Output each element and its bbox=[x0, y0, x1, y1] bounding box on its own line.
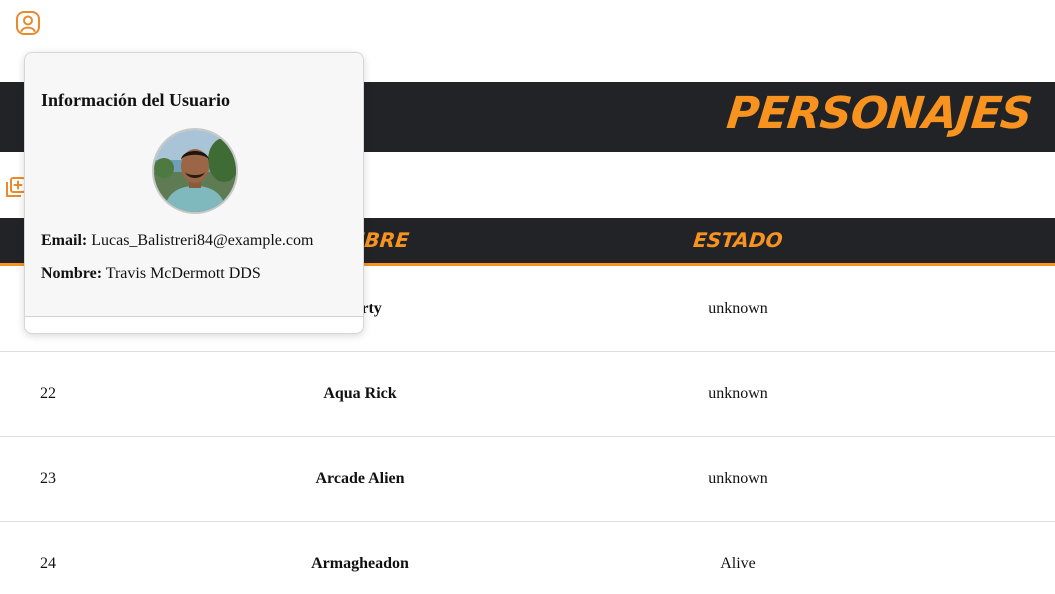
user-info-popover: Información del Usuario Email: Lucas_Bal… bbox=[24, 52, 364, 334]
name-value: Travis McDermott DDS bbox=[105, 265, 261, 282]
user-circle-icon[interactable] bbox=[15, 10, 41, 36]
row-id: 23 bbox=[40, 470, 56, 487]
row-name: Armagheadon bbox=[311, 555, 409, 572]
row-status: unknown bbox=[708, 385, 768, 402]
row-name: Arcade Alien bbox=[315, 470, 405, 487]
row-status: unknown bbox=[708, 300, 768, 317]
page-title: PERSONAJES bbox=[724, 88, 1034, 139]
page: PERSONAJES NOMBRE ESTADO Morty unknown 2… bbox=[0, 0, 1055, 594]
table-row[interactable]: 24 Armagheadon Alive bbox=[0, 521, 1055, 594]
avatar bbox=[152, 128, 238, 214]
row-id: 22 bbox=[40, 385, 56, 402]
column-header-estado[interactable]: ESTADO bbox=[692, 228, 784, 252]
row-name: Aqua Rick bbox=[323, 385, 397, 402]
user-email: Email: Lucas_Balistreri84@example.com bbox=[41, 232, 313, 250]
table-row[interactable]: 23 Arcade Alien unknown bbox=[0, 436, 1055, 522]
user-info-card: Información del Usuario Email: Lucas_Bal… bbox=[25, 53, 363, 317]
row-status: unknown bbox=[708, 470, 768, 487]
email-value: Lucas_Balistreri84@example.com bbox=[91, 232, 314, 249]
email-label: Email: bbox=[41, 232, 88, 249]
table-row[interactable]: 22 Aqua Rick unknown bbox=[0, 351, 1055, 437]
row-status: Alive bbox=[720, 555, 756, 572]
popover-title: Información del Usuario bbox=[41, 90, 230, 110]
name-label: Nombre: bbox=[41, 265, 103, 282]
row-id: 24 bbox=[40, 555, 56, 572]
user-name: Nombre: Travis McDermott DDS bbox=[41, 265, 261, 283]
